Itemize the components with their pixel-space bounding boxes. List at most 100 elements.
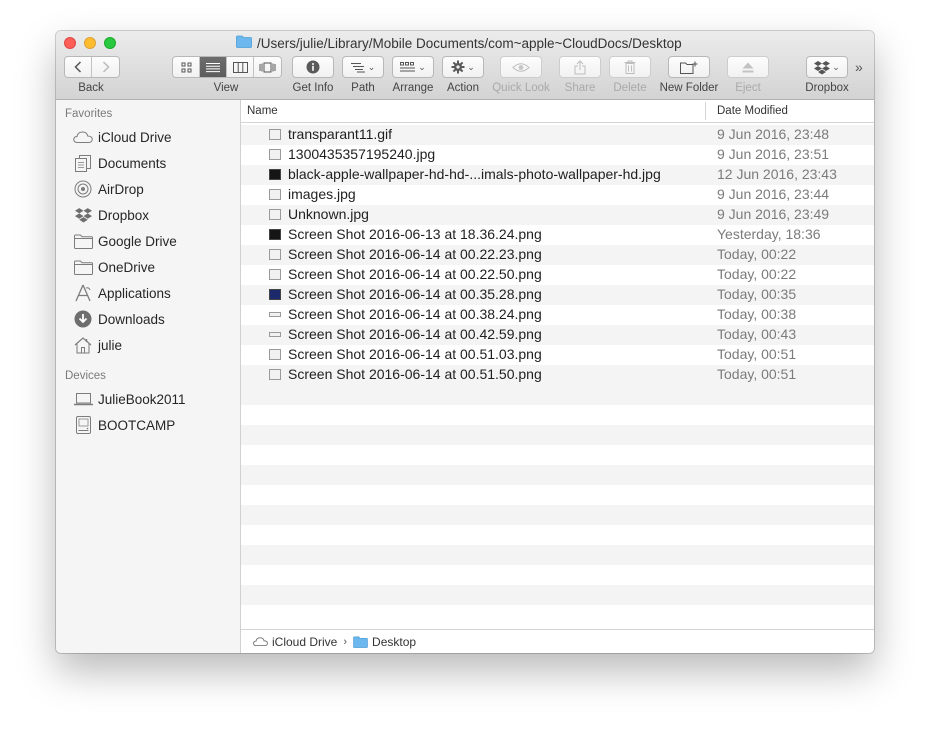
image-thumbnail-icon [269,249,281,260]
file-list: Name Date Modified transparant11.gif 9 J… [241,100,874,653]
sidebar-item-google-drive[interactable]: Google Drive [73,230,177,252]
file-name: images.jpg [288,186,356,202]
file-row[interactable]: black-apple-wallpaper-hd-hd-...imals-pho… [241,165,874,185]
cover-flow-button[interactable] [254,57,281,77]
date-modified-column-header[interactable]: Date Modified [717,105,788,117]
file-row[interactable]: images.jpg 9 Jun 2016, 23:44 [241,185,874,205]
file-row[interactable]: Screen Shot 2016-06-14 at 00.22.23.png T… [241,245,874,265]
path-item-label: iCloud Drive [272,634,338,649]
file-rows: transparant11.gif 9 Jun 2016, 23:48 1300… [241,125,874,385]
sidebar-item-julie[interactable]: julie [73,334,122,356]
action-button[interactable]: ⌄ [442,56,484,78]
image-thumbnail-icon [269,312,281,317]
file-row[interactable]: Screen Shot 2016-06-14 at 00.22.50.png T… [241,265,874,285]
dropbox-label: Dropbox [805,82,849,94]
sidebar-item-downloads[interactable]: Downloads [73,308,165,330]
file-row[interactable]: Screen Shot 2016-06-14 at 00.38.24.png T… [241,305,874,325]
image-thumbnail-icon [269,169,281,180]
sidebar-item-label: Dropbox [98,207,150,223]
action-label: Action [447,82,479,94]
path-separator-icon: › [343,635,348,648]
file-date: 12 Jun 2016, 23:43 [717,166,837,182]
forward-button[interactable] [92,57,119,77]
chevron-down-icon: ⌄ [367,61,376,72]
share-button[interactable] [559,56,601,78]
list-view-button[interactable] [200,57,227,77]
quick-look-button[interactable] [500,56,542,78]
file-name: Unknown.jpg [288,206,369,222]
column-header: Name Date Modified [241,100,874,123]
file-row[interactable]: transparant11.gif 9 Jun 2016, 23:48 [241,125,874,145]
toolbar-overflow-button[interactable]: » [855,59,863,75]
file-date: Today, 00:43 [717,326,797,342]
home-icon [73,336,93,354]
delete-label: Delete [613,82,647,94]
eject-icon [742,62,754,72]
sidebar-item-onedrive[interactable]: OneDrive [73,256,155,278]
file-row[interactable]: Screen Shot 2016-06-13 at 18.36.24.png Y… [241,225,874,245]
sidebar-item-label: AirDrop [98,181,144,197]
file-row[interactable]: 1300435357195240.jpg 9 Jun 2016, 23:51 [241,145,874,165]
arrange-button[interactable]: ⌄ [392,56,434,78]
sidebar-item-bootcamp[interactable]: BOOTCAMP [73,414,175,436]
column-view-button[interactable] [227,57,254,77]
laptop-icon [73,390,93,408]
file-name: transparant11.gif [288,126,393,142]
cloud-icon [253,637,268,646]
sidebar-item-applications[interactable]: Applications [73,282,171,304]
file-row[interactable]: Screen Shot 2016-06-14 at 00.51.50.png T… [241,365,874,385]
share-label: Share [564,82,596,94]
file-date: Today, 00:51 [717,366,797,382]
path-button[interactable]: ⌄ [342,56,384,78]
name-column-header[interactable]: Name [247,105,278,117]
close-window-button[interactable] [64,37,76,49]
eject-button[interactable] [727,56,769,78]
quick-look-label: Quick Look [492,82,550,94]
sidebar-item-dropbox[interactable]: Dropbox [73,204,149,226]
image-thumbnail-icon [269,209,281,220]
sidebar-item-documents[interactable]: Documents [73,152,166,174]
sidebar-item-airdrop[interactable]: AirDrop [73,178,144,200]
arrange-label: Arrange [392,82,434,94]
delete-button[interactable] [609,56,651,78]
empty-row-stripes [241,385,874,625]
arrange-icon [400,61,416,71]
sidebar-item-juliebook2011[interactable]: JulieBook2011 [73,388,186,410]
file-row[interactable]: Screen Shot 2016-06-14 at 00.42.59.png T… [241,325,874,345]
zoom-window-button[interactable] [104,37,116,49]
image-thumbnail-icon [269,349,281,360]
minimize-window-button[interactable] [84,37,96,49]
column-divider[interactable] [705,102,706,120]
disk-icon [73,416,93,434]
file-date: Today, 00:22 [717,266,797,282]
file-name: Screen Shot 2016-06-14 at 00.35.28.png [288,286,542,302]
path-item-icloud-drive[interactable]: iCloud Drive [253,635,337,649]
cover-flow-icon [259,62,276,72]
chevron-down-icon: ⌄ [832,61,840,72]
back-button[interactable] [65,57,92,77]
file-date: Yesterday, 18:36 [717,226,821,242]
path-icon [350,62,365,72]
sidebar-item-icloud-drive[interactable]: iCloud Drive [73,126,172,148]
file-row[interactable]: Unknown.jpg 9 Jun 2016, 23:49 [241,205,874,225]
file-name: black-apple-wallpaper-hd-hd-...imals-pho… [288,166,661,182]
eye-icon [512,62,530,72]
image-thumbnail-icon [269,129,281,140]
eject-label: Eject [735,82,761,94]
dropbox-button[interactable]: ⌄ [806,56,848,78]
favorites-header: Favorites [65,108,113,120]
sidebar-item-label: Google Drive [98,233,177,249]
path-item-desktop[interactable]: Desktop [353,635,416,649]
icon-view-button[interactable] [173,57,200,77]
sidebar-item-label: julie [98,337,123,353]
window-title: /Users/julie/Library/Mobile Documents/co… [236,34,716,52]
image-thumbnail-icon [269,269,281,280]
new-folder-button[interactable] [668,56,710,78]
image-thumbnail-icon [269,332,281,337]
get-info-button[interactable] [292,56,334,78]
toolbar: /Users/julie/Library/Mobile Documents/co… [56,31,874,100]
sidebar-item-label: JulieBook2011 [98,391,186,407]
file-row[interactable]: Screen Shot 2016-06-14 at 00.51.03.png T… [241,345,874,365]
file-row[interactable]: Screen Shot 2016-06-14 at 00.35.28.png T… [241,285,874,305]
file-date: 9 Jun 2016, 23:51 [717,146,830,162]
